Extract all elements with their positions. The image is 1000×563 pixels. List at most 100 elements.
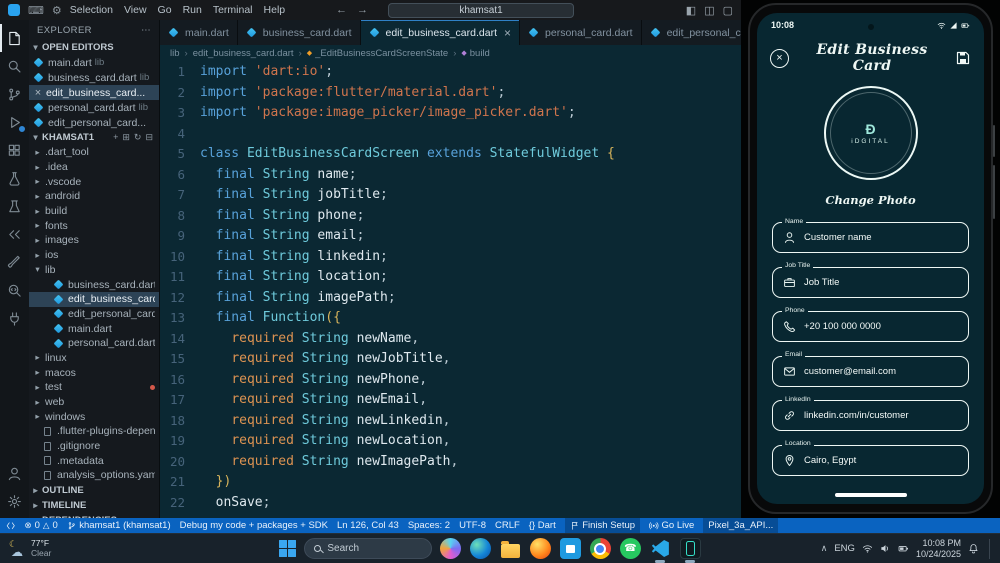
tree-item-ios[interactable]: ▸ ios <box>29 248 159 263</box>
profile-photo[interactable]: Đ iDGITAL <box>823 86 918 180</box>
input-phone[interactable]: Phone +20 100 000 0000 <box>772 306 969 342</box>
activity-plug[interactable] <box>0 304 29 332</box>
tree-item-metadata[interactable]: .metadata <box>29 453 159 468</box>
activity-search[interactable] <box>0 52 29 80</box>
tree-item-test[interactable]: ▸ test <box>29 380 159 395</box>
taskbar-copilot[interactable] <box>438 535 462 563</box>
tree-item-lib[interactable]: ▾ lib <box>29 263 159 278</box>
task-message[interactable]: Debug my code + packages + SDK <box>180 520 328 531</box>
activity-settings[interactable] <box>0 487 29 515</box>
home-indicator[interactable] <box>834 493 907 497</box>
tree-item-fonts[interactable]: ▸ fonts <box>29 218 159 233</box>
line-number[interactable]: 10 <box>160 247 200 268</box>
input-email[interactable]: Email customer@email.com <box>772 351 969 387</box>
activity-explorer[interactable] <box>0 24 29 52</box>
breadcrumb-item-editbusinesscardscreenstate[interactable]: ◆ _EditBusinessCardScreenState <box>307 48 448 59</box>
line-number[interactable]: 18 <box>160 411 200 432</box>
activity-science[interactable] <box>0 192 29 220</box>
line-number[interactable]: 20 <box>160 452 200 473</box>
encoding[interactable]: UTF-8 <box>459 520 486 531</box>
gear-icon[interactable]: ⚙ <box>52 4 62 17</box>
taskbar-firefox[interactable] <box>528 535 552 563</box>
menu-selection[interactable]: Selection <box>70 4 113 16</box>
finish-setup-button[interactable]: Finish Setup <box>564 518 641 533</box>
breadcrumb-item-edit-business-card-dart[interactable]: edit_business_card.dart <box>193 48 294 59</box>
tree-item-flutter-plugins-depende[interactable]: .flutter-plugins-depende... <box>29 424 159 439</box>
activity-extensions[interactable] <box>0 136 29 164</box>
branch-indicator[interactable]: khamsat1 (khamsat1) <box>67 520 171 531</box>
line-number[interactable]: 16 <box>160 370 200 391</box>
line-number[interactable]: 15 <box>160 349 200 370</box>
tree-item-main-dart[interactable]: main.dart <box>29 321 159 336</box>
collapse-all-icon[interactable]: ⊟ <box>145 132 153 143</box>
tree-item-edit-personal-card-dart[interactable]: edit_personal_card.dart <box>29 307 159 322</box>
taskbar-search[interactable]: Search <box>304 538 433 559</box>
taskbar-whatsapp[interactable]: ☎ <box>618 535 642 563</box>
input-location[interactable]: Location Cairo, Egypt <box>772 440 969 476</box>
refresh-icon[interactable]: ↻ <box>134 132 142 143</box>
toggle-sidebar-icon[interactable]: ◧ <box>686 4 696 17</box>
menu-terminal[interactable]: Terminal <box>213 4 253 16</box>
tree-item-android[interactable]: ▸ android <box>29 189 159 204</box>
command-center-search[interactable]: khamsat1 <box>388 2 574 18</box>
close-button[interactable]: × <box>770 48 789 68</box>
keyboard-icon[interactable]: ⌨ <box>28 4 44 17</box>
project-section[interactable]: ▾ KHAMSAT1 + ⊞ ↻ ⊟ <box>29 130 159 145</box>
change-photo-button[interactable]: Change Photo <box>757 193 984 207</box>
device-selector[interactable]: Pixel_3a_API... <box>703 518 779 533</box>
breadcrumb-item-lib[interactable]: lib <box>170 48 180 59</box>
line-number[interactable]: 19 <box>160 431 200 452</box>
forward-icon[interactable]: → <box>357 4 368 16</box>
go-live-button[interactable]: Go Live <box>649 520 694 531</box>
open-editor-business-card-dart[interactable]: business_card.dart lib <box>29 70 159 85</box>
open-editors-section[interactable]: ▾ OPEN EDITORS <box>29 40 159 55</box>
tree-item-images[interactable]: ▸ images <box>29 233 159 248</box>
activity-source-control[interactable] <box>0 80 29 108</box>
activity-testing[interactable] <box>0 164 29 192</box>
tree-item-build[interactable]: ▸ build <box>29 204 159 219</box>
code-editor[interactable]: 1 import 'dart:io'; 2 import 'package:flutt… <box>160 61 741 518</box>
line-number[interactable]: 17 <box>160 390 200 411</box>
open-editor-edit-personal-card[interactable]: edit_personal_card... <box>29 115 159 130</box>
tab-business-card-dart[interactable]: business_card.dart <box>237 20 361 45</box>
remote-indicator[interactable] <box>6 521 16 531</box>
input-name[interactable]: Name Customer name <box>772 217 969 253</box>
line-number[interactable]: 6 <box>160 165 200 186</box>
line-number[interactable]: 12 <box>160 288 200 309</box>
taskbar-store[interactable] <box>558 535 582 563</box>
close-icon[interactable]: × <box>33 87 43 99</box>
tree-item-business-card-dart[interactable]: business_card.dart <box>29 277 159 292</box>
indentation[interactable]: Spaces: 2 <box>408 520 450 531</box>
line-number[interactable]: 7 <box>160 185 200 206</box>
toggle-panel-icon[interactable]: ◫ <box>704 4 714 17</box>
section-timeline[interactable]: ▸ TIMELINE <box>29 498 159 513</box>
line-number[interactable]: 21 <box>160 472 200 493</box>
problems-indicator[interactable]: ⊗ 0 △ 0 <box>25 520 58 531</box>
tab-edit-personal-card-dart[interactable]: edit_personal_card.dart <box>641 20 741 45</box>
clock[interactable]: 10:08 PM 10/24/2025 <box>916 538 961 559</box>
line-number[interactable]: 13 <box>160 308 200 329</box>
menu-view[interactable]: View <box>124 4 147 16</box>
input-linkedin[interactable]: LinkedIn linkedin.com/in/customer <box>772 395 969 431</box>
tab-personal-card-dart[interactable]: personal_card.dart <box>520 20 642 45</box>
tab-main-dart[interactable]: main.dart <box>160 20 238 45</box>
open-editor-main-dart[interactable]: main.dart lib <box>29 55 159 70</box>
menu-run[interactable]: Run <box>183 4 202 16</box>
line-number[interactable]: 4 <box>160 124 200 145</box>
tree-item-gitignore[interactable]: .gitignore <box>29 439 159 454</box>
section-outline[interactable]: ▸ OUTLINE <box>29 483 159 498</box>
taskbar-folder[interactable] <box>498 535 522 563</box>
taskbar-emulator[interactable] <box>678 535 702 563</box>
eol-selector[interactable]: CRLF <box>495 520 520 531</box>
new-folder-icon[interactable]: ⊞ <box>122 132 130 143</box>
tab-edit-business-card-dart[interactable]: edit_business_card.dart × <box>360 20 521 45</box>
line-number[interactable]: 9 <box>160 226 200 247</box>
tree-item-windows[interactable]: ▸ windows <box>29 409 159 424</box>
line-number[interactable]: 1 <box>160 62 200 83</box>
activity-account[interactable] <box>0 459 29 487</box>
activity-paint[interactable] <box>0 248 29 276</box>
activity-run-debug[interactable] <box>0 108 29 136</box>
line-number[interactable]: 14 <box>160 329 200 350</box>
new-file-icon[interactable]: + <box>113 132 118 143</box>
weather-widget[interactable]: ☾ ☁ 77°F Clear <box>8 538 158 558</box>
